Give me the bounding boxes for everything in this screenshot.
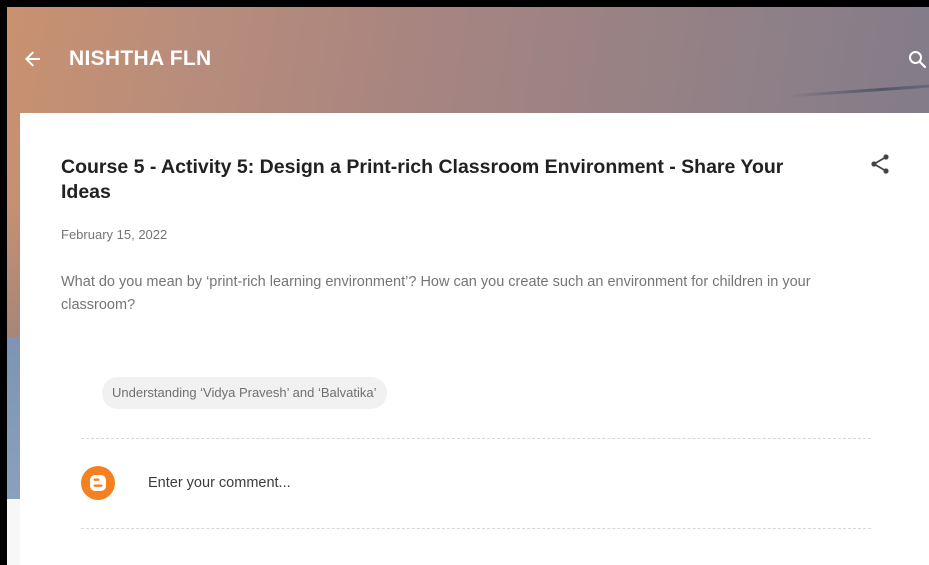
comments-divider-bottom xyxy=(81,528,871,529)
post-date[interactable]: February 15, 2022 xyxy=(61,227,167,242)
window-border-top xyxy=(0,0,929,7)
top-bar: NISHTHA FLN xyxy=(7,7,929,117)
blogger-icon xyxy=(81,466,115,500)
search-button[interactable] xyxy=(906,48,929,72)
share-button[interactable] xyxy=(868,152,892,176)
post-body: What do you mean by ‘print-rich learning… xyxy=(61,274,811,313)
post-label-chip[interactable]: Understanding ‘Vidya Pravesh’ and ‘Balva… xyxy=(102,377,387,409)
post-card: Course 5 - Activity 5: Design a Print-ri… xyxy=(20,113,929,565)
comment-input[interactable] xyxy=(148,469,748,497)
search-icon xyxy=(909,51,927,69)
arrow-left-icon xyxy=(25,51,40,67)
commenter-avatar xyxy=(81,466,115,500)
banner-lower-edge xyxy=(7,337,21,499)
back-button[interactable] xyxy=(21,47,45,71)
comments-divider-top xyxy=(81,438,871,439)
site-title[interactable]: NISHTHA FLN xyxy=(69,47,212,71)
share-icon xyxy=(871,154,889,174)
page-frame: NISHTHA FLN Course 5 - Activity 5: Desig… xyxy=(7,7,929,565)
post-title[interactable]: Course 5 - Activity 5: Design a Print-ri… xyxy=(61,155,801,205)
window-border-left xyxy=(0,0,7,565)
